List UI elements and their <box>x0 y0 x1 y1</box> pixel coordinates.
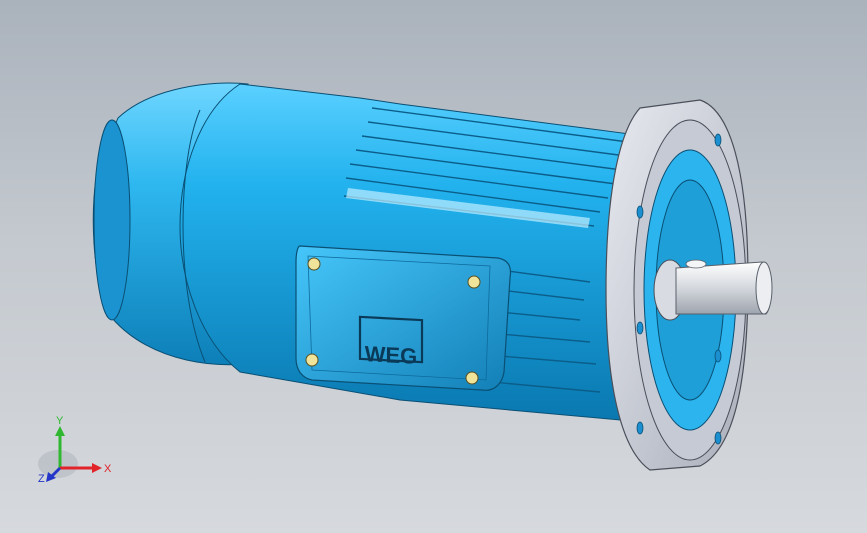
cad-viewport[interactable]: WEG X Y Z <box>0 0 867 533</box>
y-axis-label: Y <box>56 415 64 427</box>
z-axis-label: Z <box>38 473 45 485</box>
x-axis-label: X <box>104 463 112 475</box>
brand-logo-text: WEG <box>365 341 418 369</box>
axis-triad: X Y Z <box>38 415 112 485</box>
motor-model[interactable]: WEG <box>0 0 867 533</box>
fan-cover-rim <box>93 119 131 321</box>
